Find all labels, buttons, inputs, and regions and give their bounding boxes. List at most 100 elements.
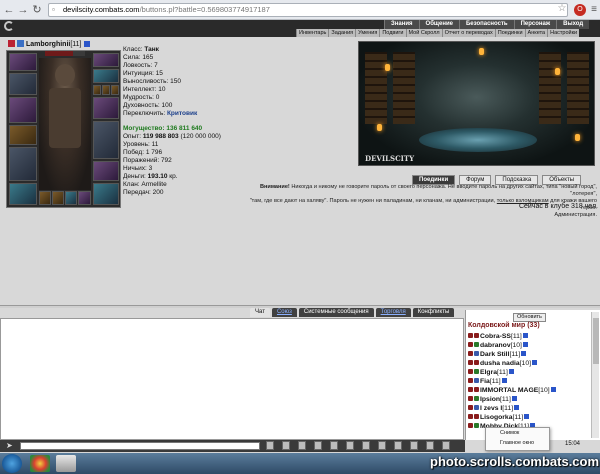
- address-bar[interactable]: ▫ devilscity.combats.com/buttons.pl?batt…: [48, 3, 568, 17]
- fire-icon[interactable]: [394, 441, 402, 450]
- user-row[interactable]: Cobra-SS[11]: [468, 332, 556, 341]
- info-icon[interactable]: [511, 396, 517, 401]
- helmet-slot[interactable]: [9, 53, 37, 71]
- private-message-icon[interactable]: [468, 396, 473, 401]
- ring-3-slot[interactable]: [111, 85, 119, 95]
- private-message-icon[interactable]: [468, 414, 473, 419]
- private-message-icon[interactable]: [468, 405, 473, 410]
- tab-system-messages[interactable]: Системные сообщения: [298, 308, 374, 317]
- weapon-slot[interactable]: [9, 73, 37, 95]
- scroll-slot-2[interactable]: [52, 191, 64, 205]
- refresh-button[interactable]: Обновить: [513, 313, 546, 322]
- user-row[interactable]: Ipsion[11]: [468, 395, 556, 404]
- submenu-skills[interactable]: Умения: [355, 29, 379, 37]
- ring-1-slot[interactable]: [93, 85, 101, 95]
- private-message-icon[interactable]: [468, 378, 473, 383]
- submenu-inventory[interactable]: Инвентарь: [296, 29, 328, 37]
- info-icon[interactable]: [550, 387, 556, 392]
- info-icon[interactable]: [522, 333, 528, 338]
- filter-icon[interactable]: [298, 441, 306, 450]
- mail-icon[interactable]: [378, 441, 386, 450]
- info-icon[interactable]: [532, 360, 538, 365]
- user-name[interactable]: Cobra-SS: [480, 333, 511, 340]
- send-arrow-icon[interactable]: ➤: [6, 441, 13, 451]
- bracer-slot[interactable]: [93, 97, 119, 119]
- menu-item-security[interactable]: Безопасность: [458, 20, 514, 29]
- menu-item-communication[interactable]: Общение: [418, 20, 459, 29]
- private-message-icon[interactable]: [468, 351, 473, 356]
- user-row[interactable]: Dark Still[11]: [468, 350, 556, 359]
- submenu-quests[interactable]: Задания: [328, 29, 355, 37]
- scroll-icon[interactable]: [410, 441, 418, 450]
- private-message-icon[interactable]: [468, 360, 473, 365]
- submenu-settings[interactable]: Настройки: [547, 29, 579, 37]
- info-icon[interactable]: [524, 414, 530, 419]
- menu-icon[interactable]: ≡: [588, 4, 600, 16]
- tab-chat[interactable]: Чат: [250, 308, 270, 317]
- user-name[interactable]: I zevs I: [480, 405, 502, 412]
- user-name[interactable]: Dark Still: [480, 351, 509, 358]
- menu-item-knowledge[interactable]: Знания: [384, 20, 419, 29]
- location-scene[interactable]: DEVILSCITY: [358, 41, 595, 166]
- smiles-icon[interactable]: [330, 441, 338, 450]
- user-name[interactable]: Elgra: [480, 369, 497, 376]
- tab-union[interactable]: Союз: [271, 308, 297, 317]
- stat-switch-link[interactable]: Критовик: [167, 110, 197, 117]
- info-icon[interactable]: [508, 369, 514, 374]
- info-icon[interactable]: [514, 405, 520, 410]
- private-message-icon[interactable]: [468, 333, 473, 338]
- user-name[interactable]: dusha nadia: [480, 360, 520, 367]
- scroll-slot-4[interactable]: [78, 191, 91, 205]
- back-arrow-icon[interactable]: ←: [2, 3, 16, 17]
- private-message-icon[interactable]: [468, 387, 473, 392]
- submenu-feats[interactable]: Подвиги: [379, 29, 405, 37]
- info-icon[interactable]: [521, 351, 527, 356]
- user-row[interactable]: dabranov[10]: [468, 341, 556, 350]
- magic-circle[interactable]: [419, 128, 537, 152]
- context-item-main-window[interactable]: Главное окно: [486, 438, 549, 448]
- refresh-chat-icon[interactable]: [362, 441, 370, 450]
- chat-input[interactable]: [20, 442, 260, 450]
- user-name[interactable]: IMMORTAL MAGE: [480, 387, 538, 394]
- menu-item-character[interactable]: Персонаж: [513, 20, 557, 29]
- reload-icon[interactable]: ↻: [30, 3, 44, 17]
- exit-icon[interactable]: [426, 441, 434, 450]
- chrome-taskbar-icon[interactable]: [30, 455, 50, 472]
- user-row[interactable]: Lisogorka[11]: [468, 413, 556, 422]
- submenu-fights[interactable]: Поединки: [494, 29, 525, 37]
- clear-icon[interactable]: [282, 441, 290, 450]
- armor-slot[interactable]: [9, 97, 37, 123]
- leggings-slot[interactable]: [93, 161, 119, 181]
- app-taskbar-icon[interactable]: [56, 455, 76, 472]
- left-hand-slot[interactable]: [9, 147, 37, 181]
- submenu-my-scroll[interactable]: Мой Скролл: [405, 29, 442, 37]
- earring-slot[interactable]: [93, 53, 119, 67]
- user-row[interactable]: I zevs I[11]: [468, 404, 556, 413]
- tab-conflicts[interactable]: Конфликты: [412, 308, 455, 317]
- forward-arrow-icon[interactable]: →: [16, 3, 30, 17]
- user-row[interactable]: Fia[11]: [468, 377, 556, 386]
- info-icon[interactable]: [501, 378, 507, 383]
- chat-log[interactable]: [0, 318, 464, 440]
- boots-slot[interactable]: [93, 183, 119, 205]
- submenu-profile[interactable]: Анкета: [524, 29, 548, 37]
- start-button-icon[interactable]: [2, 454, 22, 473]
- user-name[interactable]: Fia: [480, 378, 490, 385]
- gloves-slot[interactable]: [9, 183, 37, 205]
- belt-slot[interactable]: [9, 125, 37, 145]
- user-name[interactable]: Ipsion: [480, 396, 500, 403]
- private-message-icon[interactable]: [468, 423, 473, 428]
- info-icon[interactable]: [83, 41, 90, 47]
- user-list-scrollbar[interactable]: [591, 312, 599, 438]
- user-name[interactable]: dabranov: [480, 342, 511, 349]
- extension-icon[interactable]: O: [574, 4, 586, 16]
- user-row[interactable]: dusha nadia[10]: [468, 359, 556, 368]
- scroll-slot-1[interactable]: [39, 191, 51, 205]
- scrollbar-thumb[interactable]: [593, 318, 599, 364]
- character-name[interactable]: Lamborghinii: [26, 41, 70, 48]
- menu-item-exit[interactable]: Выход: [556, 20, 590, 29]
- necklace-slot[interactable]: [93, 69, 119, 83]
- info-icon[interactable]: [522, 342, 528, 347]
- send-icon[interactable]: [266, 441, 274, 450]
- private-message-icon[interactable]: [468, 342, 473, 347]
